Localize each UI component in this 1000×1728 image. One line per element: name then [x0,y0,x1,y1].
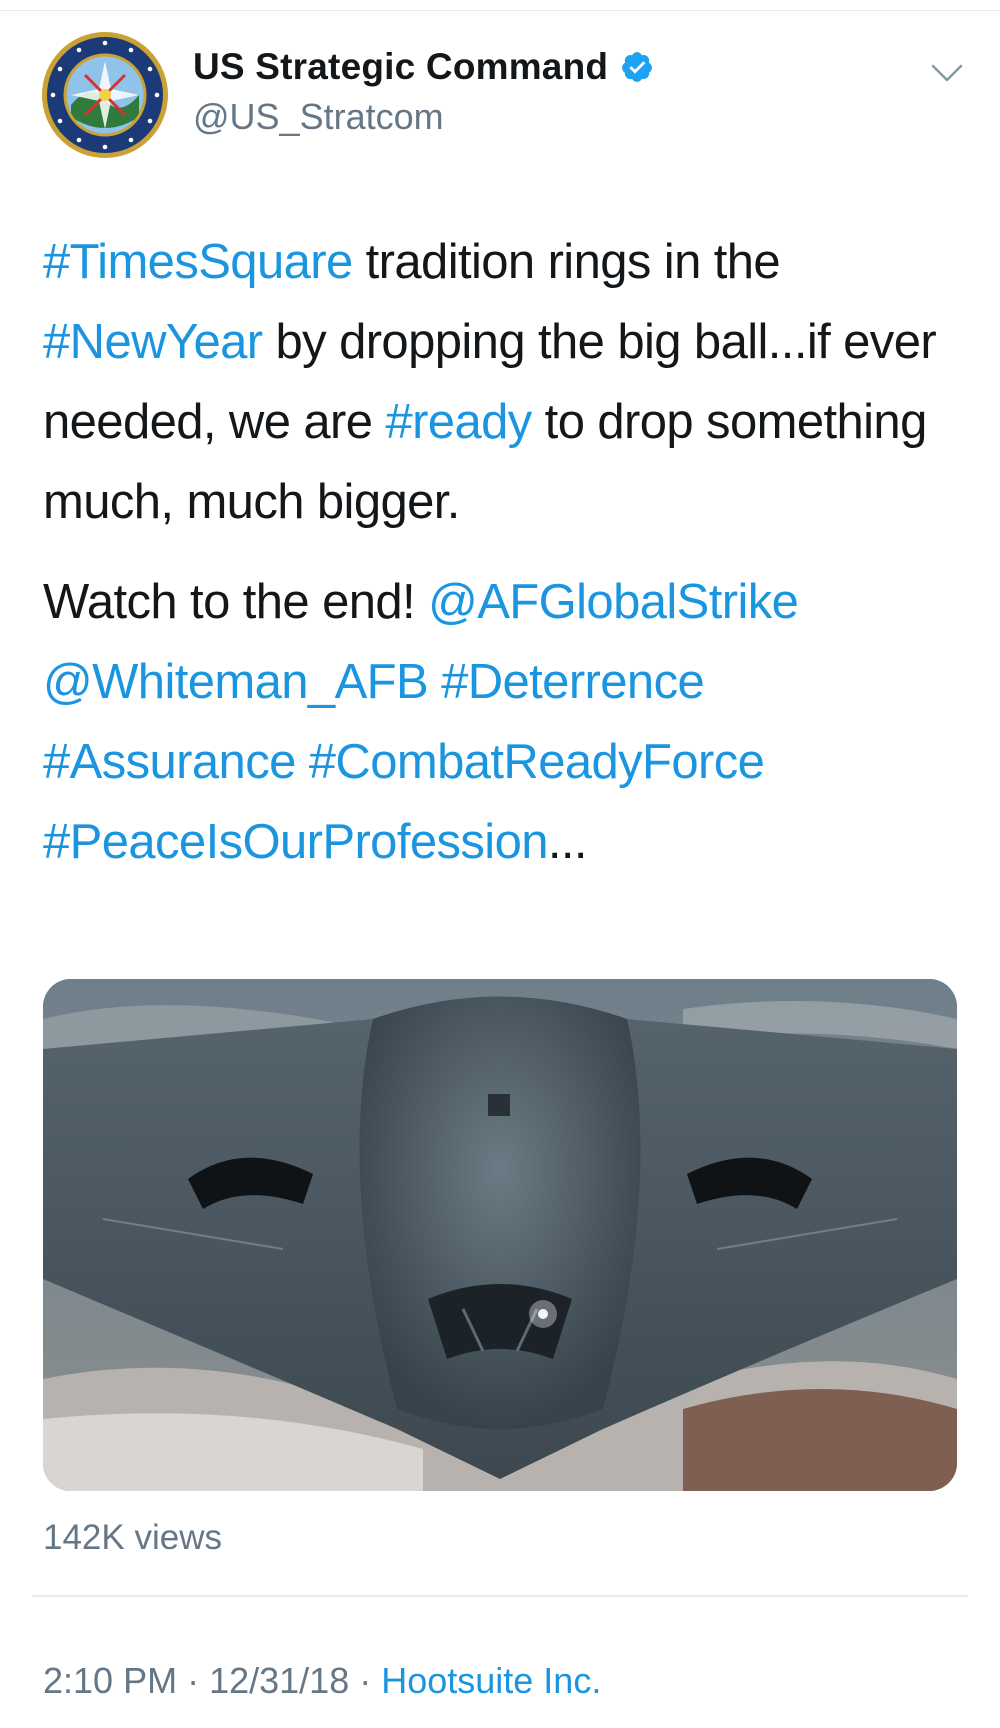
b2-bomber-video-thumbnail [43,979,957,1491]
hashtag-link[interactable]: #PeaceIsOurProfession [43,815,549,869]
author-display-name[interactable]: US Strategic Command [193,46,608,88]
tweet-text-run: ... [547,815,588,869]
mention-link[interactable]: @Whiteman_AFB [43,655,429,709]
hashtag-link[interactable]: #CombatReadyForce [309,735,765,789]
hashtag-link[interactable]: #Deterrence [441,655,705,709]
tweet-time[interactable]: 2:10 PM [43,1660,177,1701]
tweet-text-run: tradition rings in the [352,235,781,289]
hashtag-link[interactable]: #TimesSquare [43,235,353,289]
author-name-row[interactable]: US Strategic Command [193,46,654,88]
footer-divider [32,1595,968,1597]
video-thumbnail[interactable] [43,979,957,1491]
tweet-text-run [296,735,309,789]
tweet-date[interactable]: 12/31/18 [209,1660,349,1701]
meta-separator: · [177,1660,210,1701]
tweet-text: #TimesSquare tradition rings in the #New… [43,222,963,882]
top-divider [0,10,1000,11]
hashtag-link[interactable]: #ready [385,395,532,449]
verified-badge-icon [622,52,653,82]
tweet-text-run [428,655,441,709]
meta-separator: · [349,1660,382,1701]
author-handle[interactable]: @US_Stratcom [193,96,444,138]
view-count: 142K views [43,1518,222,1557]
tweet-source-link[interactable]: Hootsuite Inc. [381,1660,601,1701]
chevron-down-icon[interactable] [930,62,964,84]
avatar[interactable] [41,31,169,159]
tweet-meta: 2:10 PM · 12/31/18 · Hootsuite Inc. [43,1660,601,1702]
mention-link[interactable]: @AFGlobalStrike [428,575,799,629]
stratcom-seal-icon [42,32,168,158]
hashtag-link[interactable]: #NewYear [43,315,263,369]
tweet-card: US Strategic Command @US_Stratcom #Times… [0,0,1000,1728]
tweet-paragraph-2: Watch to the end! @AFGlobalStrike @White… [43,562,963,882]
hashtag-link[interactable]: #Assurance [43,735,296,789]
tweet-text-run: Watch to the end! [43,575,429,629]
tweet-paragraph-1: #TimesSquare tradition rings in the #New… [43,222,963,542]
